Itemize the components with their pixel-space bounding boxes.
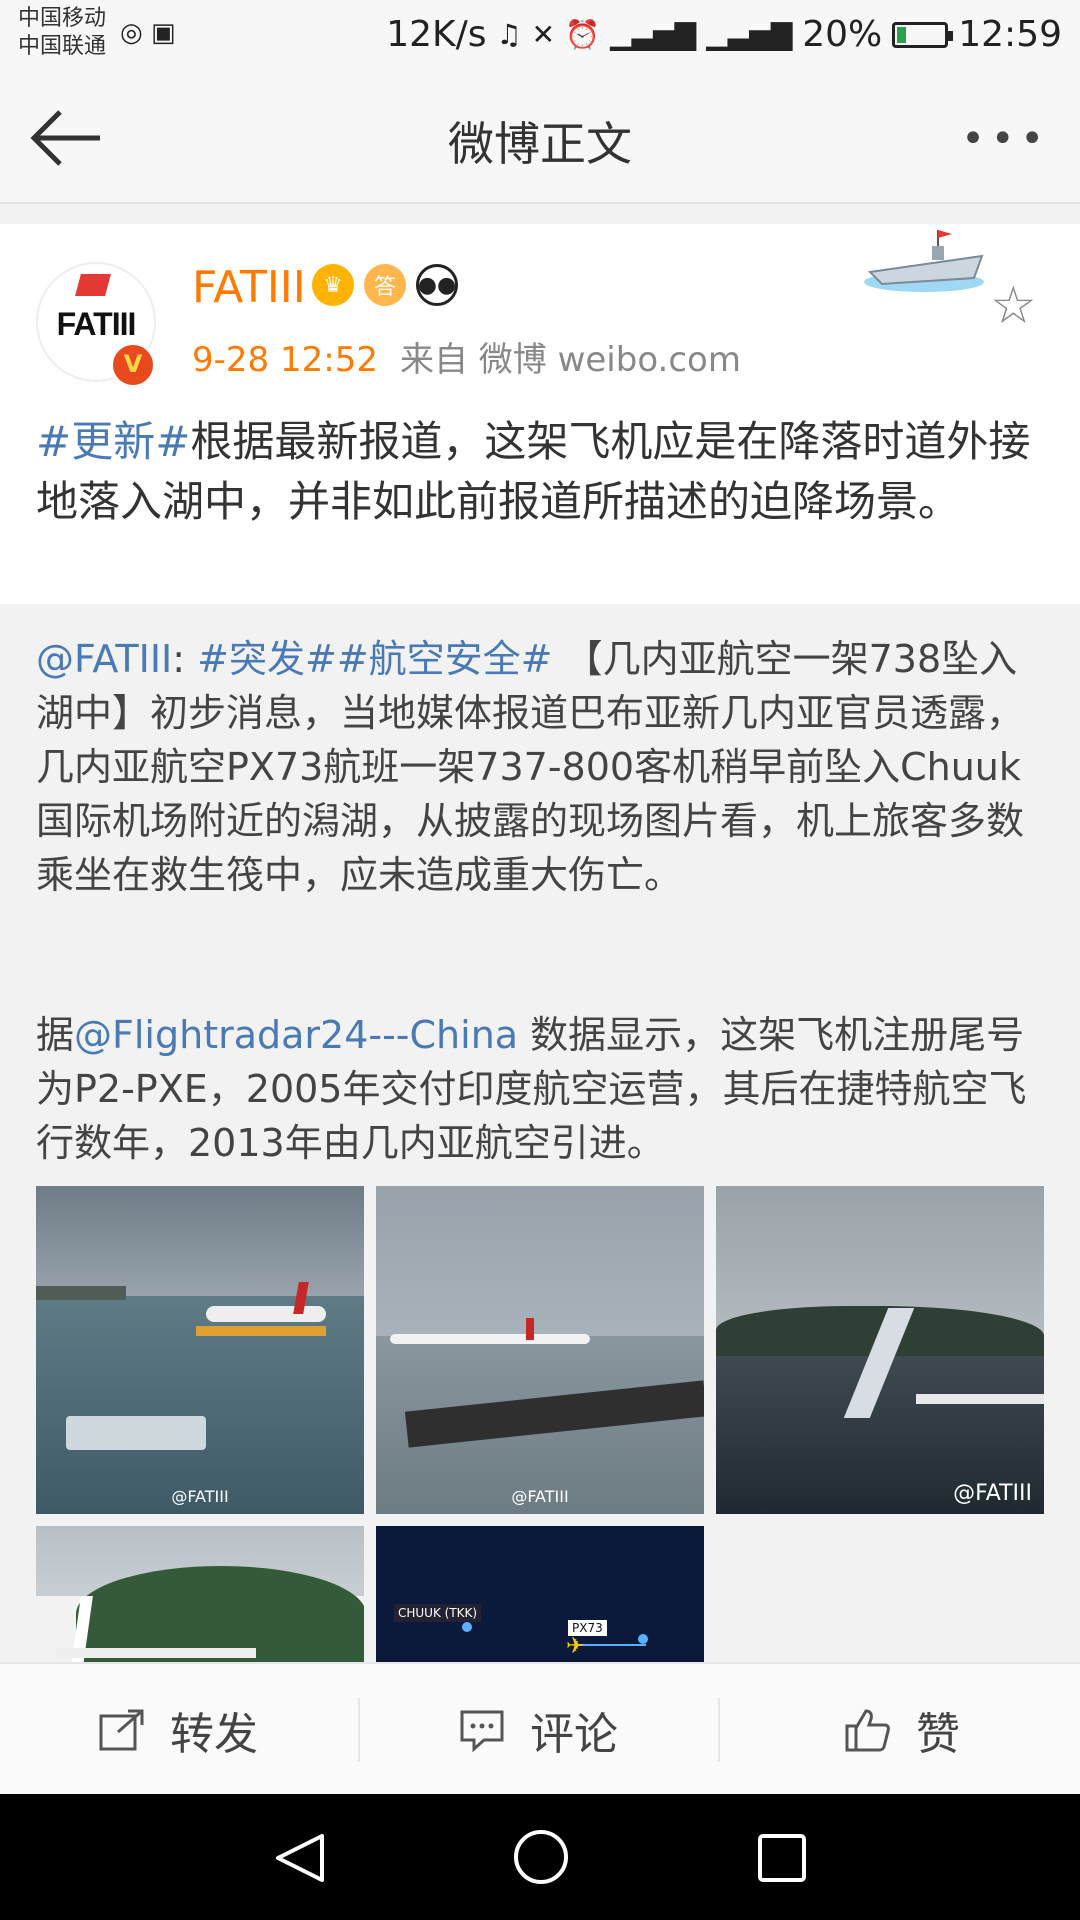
divider <box>718 1698 720 1762</box>
repost-prefix: 据 <box>36 1013 75 1057</box>
crown-badge-icon[interactable]: ♛ <box>312 264 354 306</box>
verified-badge-icon: V <box>110 342 156 388</box>
status-right: 12K/s ♫ ✕ ⏰ ▁▃▅▇ ▁▃▅▇ 20% 12:59 <box>386 14 1062 55</box>
system-nav-bar <box>0 1794 1080 1920</box>
topic-link[interactable]: #更新# <box>36 417 190 466</box>
aircraft-carrier-decoration-icon <box>862 224 992 304</box>
flag-icon <box>75 274 111 296</box>
nav-bar: 微博正文 ••• <box>0 70 1080 204</box>
watermark: @FATIII <box>953 1481 1032 1506</box>
airplane-icon: ✈ <box>566 1634 585 1659</box>
comment-label: 评论 <box>530 1709 618 1760</box>
map-pin-icon <box>638 1634 648 1644</box>
nav-home-icon[interactable] <box>512 1828 570 1886</box>
map-label-chuuk: CHUUK (TKK) <box>394 1604 482 1622</box>
action-bar: 转发 评论 赞 <box>0 1662 1080 1796</box>
divider <box>358 1698 360 1762</box>
username[interactable]: FATIII <box>192 262 306 313</box>
mention-link[interactable]: @FATIII <box>36 637 172 681</box>
signal-2g-icon: ▁▃▅▇ <box>706 18 793 51</box>
repost-label: 转发 <box>170 1709 258 1760</box>
carrier-2: 中国联通 <box>18 34 107 59</box>
watermark: @FATIII <box>171 1487 229 1506</box>
weibo-status-icon: ◎ ▣ <box>120 18 176 48</box>
clock: 12:59 <box>958 14 1062 55</box>
image-thumbnail-5-flight-map[interactable]: CHUUK (TKK) PX73 ✈ <box>376 1526 704 1662</box>
image-thumbnail-1[interactable]: @FATIII <box>36 1186 364 1514</box>
comment-button[interactable]: 评论 <box>458 1664 618 1796</box>
mute-icon: ✕ <box>531 18 556 51</box>
share-icon <box>99 1709 144 1751</box>
signal-4g-icon: ▁▃▅▇ <box>609 18 697 51</box>
post-body: #更新#根据最新报道，这架飞机应是在降落时道外接地落入湖中，并非如此前报道所描述… <box>36 412 1046 532</box>
post-source: 来自 微博 weibo.com <box>399 340 741 380</box>
divider <box>0 204 1080 224</box>
comment-icon <box>460 1710 504 1752</box>
post-time: 9-28 12:52 <box>192 340 378 380</box>
repost-button[interactable]: 转发 <box>98 1664 258 1796</box>
like-button[interactable]: 赞 <box>844 1664 960 1796</box>
image-thumbnail-4[interactable] <box>36 1526 364 1662</box>
post-meta: 9-28 12:52 来自 微博 weibo.com <box>192 332 741 381</box>
more-menu-button[interactable]: ••• <box>961 116 1050 162</box>
colon: : <box>172 637 186 681</box>
repost-body-2: 据@Flightradar24---China 数据显示，这架飞机注册尾号为P2… <box>36 1008 1046 1170</box>
topic-link-2[interactable]: #航空安全# <box>337 637 553 681</box>
user-badges: ♛ 答 ●● <box>312 264 458 306</box>
headphone-icon: ♫ <box>496 18 522 51</box>
page-title: 微博正文 <box>448 117 632 171</box>
image-thumbnail-2[interactable]: @FATIII <box>376 1186 704 1514</box>
image-thumbnail-3[interactable]: @FATIII <box>716 1186 1044 1514</box>
battery-icon <box>892 21 954 48</box>
map-pin-icon <box>462 1622 472 1632</box>
avatar-label: FATIII <box>56 306 137 342</box>
nav-back-icon[interactable] <box>270 1830 330 1886</box>
network-speed: 12K/s <box>386 14 487 55</box>
like-label: 赞 <box>916 1709 960 1760</box>
answer-badge-icon[interactable]: 答 <box>364 264 406 306</box>
alarm-icon: ⏰ <box>565 18 600 51</box>
favorite-star-icon[interactable]: ☆ <box>990 276 1037 336</box>
nav-recents-icon[interactable] <box>756 1832 808 1884</box>
mention-link-2[interactable]: @Flightradar24---China <box>74 1013 518 1057</box>
panda-badge-icon[interactable]: ●● <box>416 264 458 306</box>
carrier-1: 中国移动 <box>18 6 107 31</box>
watermark: @FATIII <box>511 1487 569 1506</box>
battery-percent: 20% <box>802 14 883 55</box>
status-bar: 中国移动 中国联通 ◎ ▣ 12K/s ♫ ✕ ⏰ ▁▃▅▇ ▁▃▅▇ 20% … <box>0 0 1080 70</box>
repost-body: @FATIII: #突发##航空安全# 【几内亚航空一架738坠入湖中】初步消息… <box>36 632 1046 902</box>
topic-link-1[interactable]: #突发# <box>197 637 337 681</box>
thumbs-up-icon <box>845 1709 890 1752</box>
